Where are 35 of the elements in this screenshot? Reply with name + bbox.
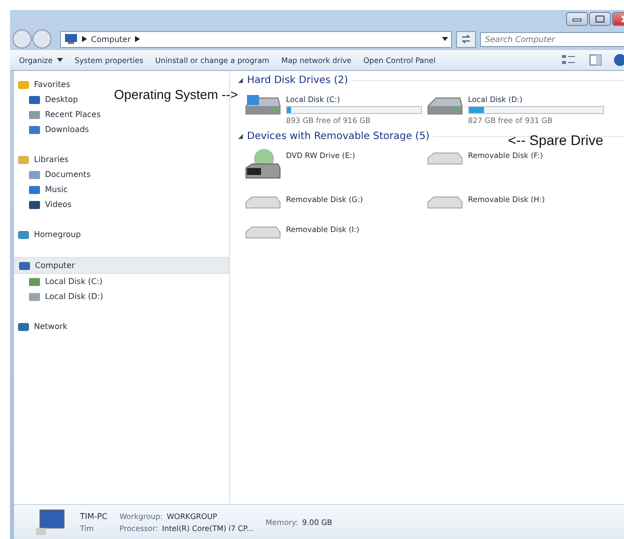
maximize-icon bbox=[595, 15, 605, 23]
minimize-icon bbox=[572, 16, 582, 22]
address-field[interactable]: Computer bbox=[60, 30, 452, 48]
collapse-icon[interactable] bbox=[238, 134, 243, 139]
sidebar-item[interactable]: Local Disk (C:) bbox=[14, 274, 106, 289]
sidebar-item[interactable]: Homegroup bbox=[14, 227, 84, 242]
sidebar-item[interactable]: Libraries bbox=[14, 152, 72, 167]
annotation-text: Operating System --> bbox=[114, 88, 238, 101]
annotation-text: <-- Spare Drive bbox=[508, 133, 604, 147]
refresh-icon bbox=[460, 34, 472, 44]
chevron-icon[interactable] bbox=[134, 36, 140, 42]
breadcrumb[interactable]: Computer bbox=[91, 34, 131, 44]
minimize-button[interactable] bbox=[566, 12, 588, 26]
preview-pane-icon[interactable] bbox=[589, 54, 602, 66]
sidebar-item[interactable]: Downloads bbox=[14, 122, 92, 137]
sidebar-item[interactable]: Music bbox=[14, 182, 71, 197]
sidebar-item[interactable]: Recent Places bbox=[14, 107, 104, 122]
sidebar-item[interactable]: Documents bbox=[14, 167, 94, 182]
computer-name: TIM-PC bbox=[80, 512, 108, 520]
chevron-icon[interactable] bbox=[82, 36, 87, 42]
maximize-button[interactable] bbox=[589, 12, 611, 26]
sidebar-item[interactable]: Local Disk (D:) bbox=[14, 289, 106, 304]
sidebar-item[interactable]: Computer bbox=[14, 257, 229, 274]
sidebar-item[interactable]: Desktop bbox=[14, 92, 81, 107]
group-header[interactable]: Devices with Removable Storage (5) bbox=[247, 131, 430, 142]
sidebar-item[interactable]: Favorites bbox=[14, 77, 74, 92]
caret-icon bbox=[56, 58, 63, 62]
sidebar-item[interactable]: Videos bbox=[14, 197, 75, 212]
search-field[interactable]: Search Computer bbox=[480, 32, 624, 46]
group-header[interactable]: Hard Disk Drives (2) bbox=[247, 75, 348, 86]
dropdown-icon[interactable] bbox=[442, 37, 448, 41]
view-options-icon[interactable] bbox=[561, 54, 577, 66]
collapse-icon[interactable] bbox=[238, 78, 243, 83]
sidebar-item[interactable]: Network bbox=[14, 319, 70, 334]
refresh-button[interactable] bbox=[456, 30, 476, 48]
